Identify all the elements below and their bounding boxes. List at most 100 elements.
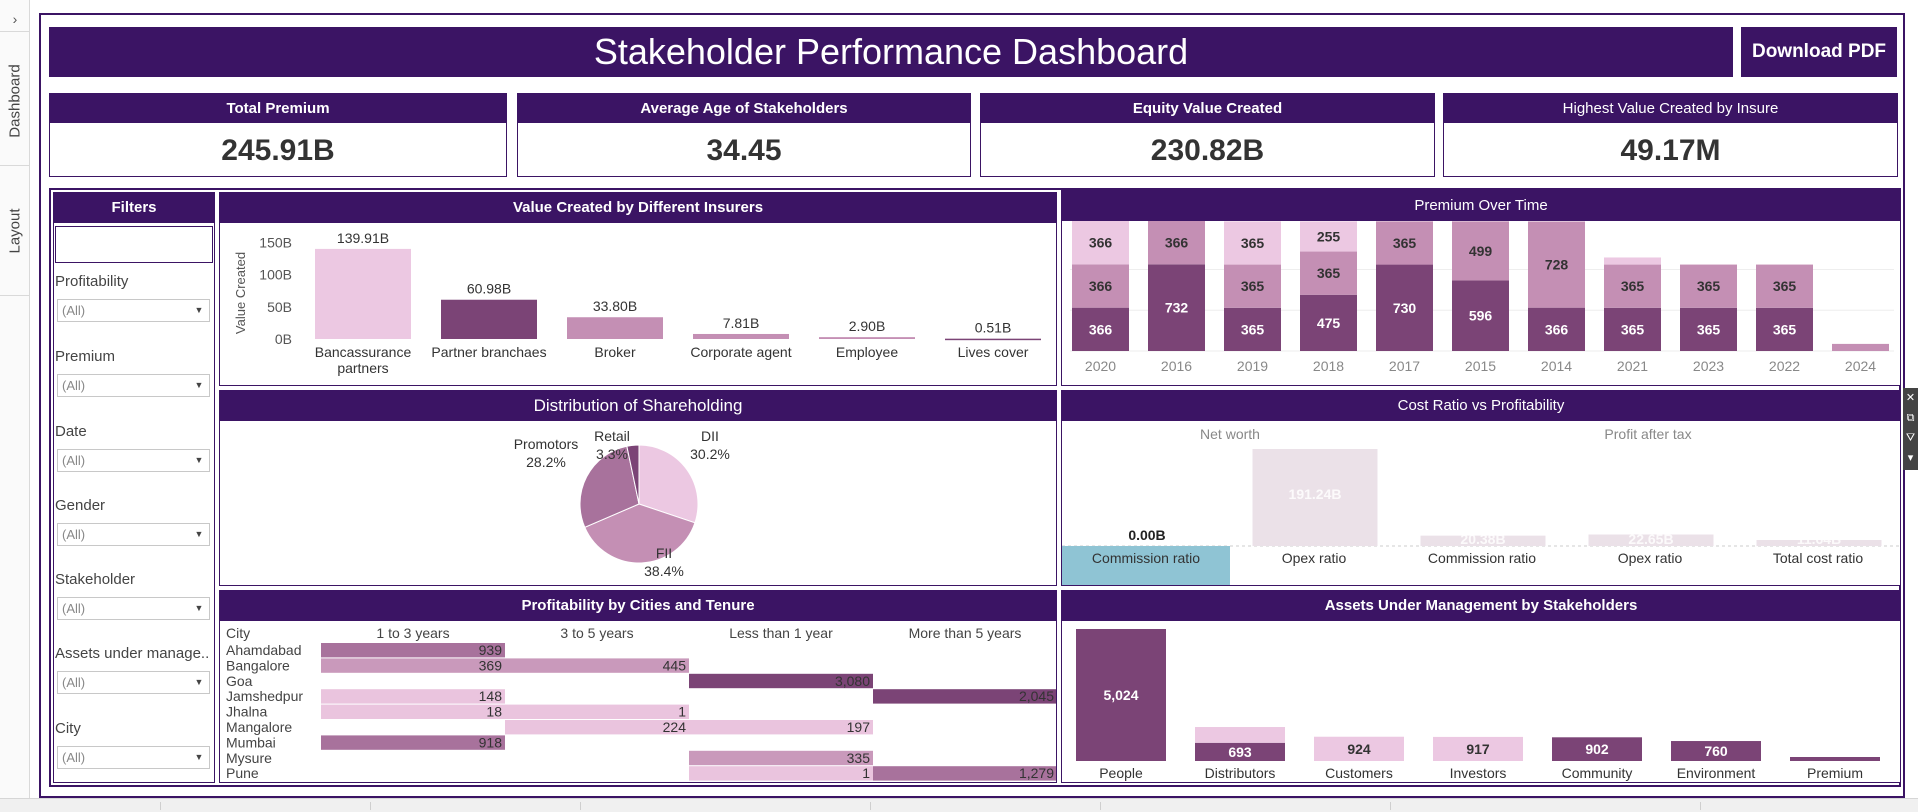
shareholding-panel: Distribution of Shareholding DII 30.2% FII… xyxy=(219,390,1057,586)
cell-value: 1,279 xyxy=(1019,765,1054,781)
bar xyxy=(693,333,789,339)
group-label: Profit after tax xyxy=(1604,426,1691,442)
filters-title: Filters xyxy=(54,193,214,223)
tab-dashboard-label: Dashboard xyxy=(6,63,24,138)
filter-dropdown-value: (All) xyxy=(62,303,86,318)
segment-label: 366 xyxy=(1089,321,1113,337)
segment-label: 365 xyxy=(1621,278,1645,294)
data-label: 2.90B xyxy=(849,318,886,334)
data-label: 11.64B xyxy=(1797,531,1841,547)
bar xyxy=(441,299,537,339)
chevron-down-icon: ▼ xyxy=(194,752,204,762)
x-tick-label: Broker xyxy=(594,344,636,360)
data-label: 0.00B xyxy=(1128,527,1165,543)
filter-dropdown[interactable]: (All) ▼ xyxy=(57,523,210,546)
bar-segment xyxy=(1195,727,1285,743)
city-label: Mysure xyxy=(226,750,272,766)
panel-title: Cost Ratio vs Profitability xyxy=(1062,391,1900,421)
download-pdf-button[interactable]: Download PDF xyxy=(1741,27,1897,77)
tab-dashboard[interactable]: Dashboard xyxy=(0,36,30,166)
filters-panel: Filters Profitability (All) ▼ Premium (All) ▼… xyxy=(53,192,215,783)
segment-label: 365 xyxy=(1773,278,1797,294)
segment-label: 728 xyxy=(1545,257,1569,273)
kpi-total-premium: Total Premium 245.91B xyxy=(49,93,507,177)
filter-label: Date xyxy=(55,423,87,440)
data-label: 917 xyxy=(1466,741,1490,757)
x-tick-label: 2023 xyxy=(1693,358,1724,374)
cell-value: 197 xyxy=(847,719,871,735)
shareholding-chart: DII 30.2% FII 38.4% Promotors 28.2% Retail 3.3% xyxy=(514,428,730,579)
kpi-value: 49.17M xyxy=(1620,134,1721,167)
cell-value: 369 xyxy=(479,657,503,673)
filter-dropdown[interactable]: (All) ▼ xyxy=(57,299,210,322)
panel-title: Premium Over Time xyxy=(1062,191,1900,221)
x-tick-label: 2016 xyxy=(1161,358,1192,374)
filter-dropdown[interactable]: (All) ▼ xyxy=(57,597,210,620)
cell-value: 224 xyxy=(663,719,687,735)
segment-label: 365 xyxy=(1697,278,1721,294)
kpi-label: Equity Value Created xyxy=(981,94,1434,123)
bar xyxy=(819,337,915,339)
premium-over-time-chart: 366 366 366 2020 732 366 2016 365 365 365 2019 475 3… xyxy=(1070,221,1894,374)
data-label: 902 xyxy=(1585,741,1609,757)
x-tick-label: Corporate agent xyxy=(690,344,791,360)
x-tick-label: 2020 xyxy=(1085,358,1116,374)
x-tick-label: Customers xyxy=(1325,765,1393,781)
city-label: Bangalore xyxy=(226,657,290,673)
more-options-icon[interactable]: ▾ xyxy=(1903,448,1918,468)
x-tick-label: Distributors xyxy=(1205,765,1276,781)
data-label: 139.91B xyxy=(337,230,389,246)
data-label: 33.80B xyxy=(593,298,637,314)
filter-dropdown-value: (All) xyxy=(62,527,86,542)
value-created-chart: Value Created 150B 100B 50B 0B 139.91B Bancass… xyxy=(233,230,1041,376)
x-tick-label: partners xyxy=(337,360,388,376)
segment-label: 365 xyxy=(1241,235,1265,251)
filter-dropdown[interactable]: (All) ▼ xyxy=(57,671,210,694)
filter-dropdown[interactable]: (All) ▼ xyxy=(57,374,210,397)
chevron-down-icon: ▼ xyxy=(194,380,204,390)
cell-value: 18 xyxy=(486,704,502,720)
close-icon[interactable]: ✕ xyxy=(1903,388,1918,408)
segment-label: 730 xyxy=(1393,300,1417,316)
slice-percent: 30.2% xyxy=(690,446,730,462)
filter-icon[interactable]: ⛛ xyxy=(1903,428,1918,448)
filter-label: Stakeholder xyxy=(55,571,136,588)
panel-title: Value Created by Different Insurers xyxy=(220,193,1056,223)
page-title: Stakeholder Performance Dashboard xyxy=(49,27,1733,77)
bar xyxy=(1790,757,1880,761)
row-header: City xyxy=(226,625,250,641)
slice-name: Retail xyxy=(594,428,630,444)
filter-dropdown[interactable]: (All) ▼ xyxy=(57,449,210,472)
filter-dropdown-value: (All) xyxy=(62,453,86,468)
filter-dropdown[interactable]: (All) ▼ xyxy=(57,746,210,769)
heat-cell xyxy=(505,720,689,735)
slice-name: Promotors xyxy=(514,436,579,452)
bottom-scrollbar[interactable] xyxy=(0,798,1918,812)
bar-segment xyxy=(1604,257,1661,265)
data-label: 60.98B xyxy=(467,281,511,297)
filters-search-box[interactable] xyxy=(55,226,213,263)
data-label: 693 xyxy=(1228,744,1252,760)
x-tick-label: 2014 xyxy=(1541,358,1572,374)
segment-label: 365 xyxy=(1697,321,1721,337)
x-tick-label: Employee xyxy=(836,344,898,360)
data-label: 760 xyxy=(1704,743,1728,759)
x-tick-label: 2017 xyxy=(1389,358,1420,374)
x-tick-label: 2021 xyxy=(1617,358,1648,374)
kpi-value: 230.82B xyxy=(1150,134,1265,167)
heat-cell xyxy=(321,658,505,673)
filter-label: City xyxy=(55,720,81,737)
expand-icon[interactable]: › xyxy=(0,6,30,32)
open-external-icon[interactable]: ⧉ xyxy=(1903,408,1918,428)
panel-title: Assets Under Management by Stakeholders xyxy=(1062,591,1900,621)
tab-layout[interactable]: Layout xyxy=(0,166,30,296)
chevron-down-icon: ▼ xyxy=(194,455,204,465)
cell-value: 939 xyxy=(479,642,503,658)
kpi-highest-value: Highest Value Created by Insure 49.17M xyxy=(1443,93,1898,177)
filter-2: Date (All) ▼ xyxy=(54,423,214,472)
kpi-label: Average Age of Stakeholders xyxy=(518,94,970,123)
x-tick-label: 2015 xyxy=(1465,358,1496,374)
data-label: 5,024 xyxy=(1103,687,1138,703)
x-tick-label: Partner branchaes xyxy=(431,344,546,360)
x-tick-label: Total cost ratio xyxy=(1773,550,1863,566)
